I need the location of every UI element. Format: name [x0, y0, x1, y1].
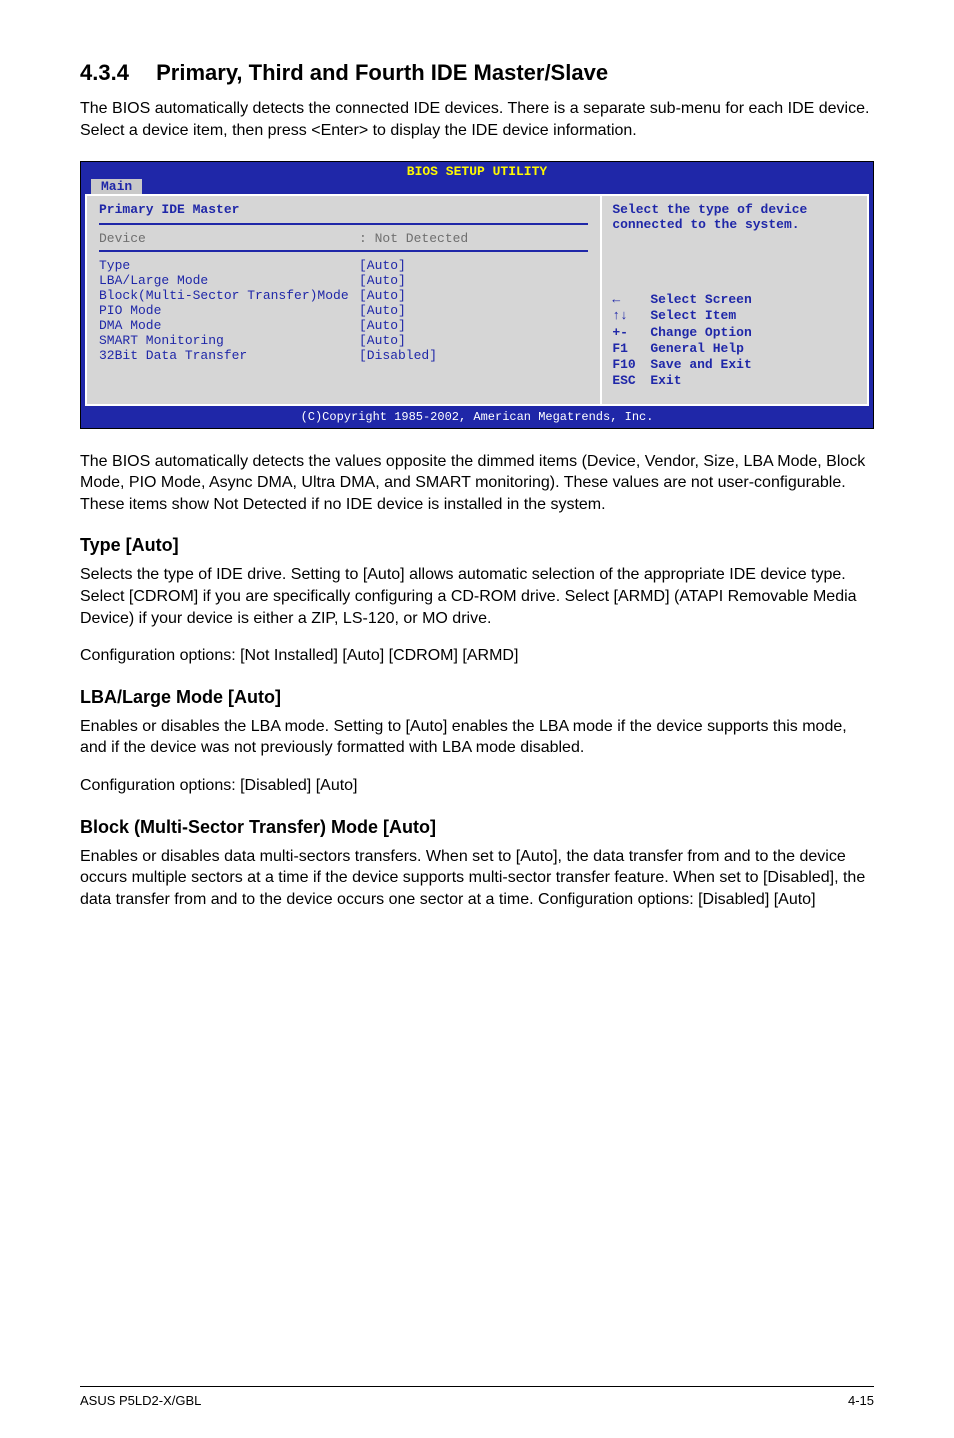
bios-title: BIOS SETUP UTILITY	[81, 162, 873, 179]
page-footer: ASUS P5LD2-X/GBL 4-15	[80, 1386, 874, 1408]
bios-nav-row: ESCExit	[612, 373, 857, 389]
bios-body: Primary IDE Master Device : Not Detected…	[85, 194, 869, 406]
bios-item-label: 32Bit Data Transfer	[99, 348, 359, 363]
bios-item-value: [Disabled]	[359, 348, 437, 363]
plusminus-icon: +-	[612, 325, 650, 341]
after-bios-paragraph: The BIOS automatically detects the value…	[80, 451, 874, 516]
block-heading: Block (Multi-Sector Transfer) Mode [Auto…	[80, 817, 874, 838]
esc-icon: ESC	[612, 373, 650, 389]
bios-item-label: DMA Mode	[99, 318, 359, 333]
bios-item-row: SMART Monitoring[Auto]	[99, 333, 588, 348]
bios-item-label: LBA/Large Mode	[99, 273, 359, 288]
bios-item-row: LBA/Large Mode[Auto]	[99, 273, 588, 288]
bios-nav-row: F1General Help	[612, 341, 857, 357]
bios-help-text: Select the type of device connected to t…	[612, 202, 857, 232]
section-title: Primary, Third and Fourth IDE Master/Sla…	[156, 60, 608, 85]
bios-item-value: [Auto]	[359, 318, 406, 333]
type-options: Configuration options: [Not Installed] […	[80, 645, 874, 667]
bios-nav-label: Change Option	[650, 325, 751, 341]
bios-item-label: SMART Monitoring	[99, 333, 359, 348]
lba-options: Configuration options: [Disabled] [Auto]	[80, 775, 874, 797]
type-heading: Type [Auto]	[80, 535, 874, 556]
bios-item-label: Type	[99, 258, 359, 273]
divider	[99, 250, 588, 252]
bios-tab-main: Main	[91, 179, 142, 194]
lba-body: Enables or disables the LBA mode. Settin…	[80, 716, 874, 759]
f10-icon: F10	[612, 357, 650, 373]
type-body: Selects the type of IDE drive. Setting t…	[80, 564, 874, 629]
section-heading: 4.3.4 Primary, Third and Fourth IDE Mast…	[80, 60, 874, 86]
bios-right-pane: Select the type of device connected to t…	[602, 196, 867, 404]
intro-paragraph: The BIOS automatically detects the conne…	[80, 98, 874, 141]
bios-device-value: : Not Detected	[359, 231, 468, 246]
divider	[99, 223, 588, 225]
bios-item-label: Block(Multi-Sector Transfer)Mode	[99, 288, 359, 303]
arrow-updown-icon: ↑↓	[612, 308, 650, 324]
bios-nav-label: Exit	[650, 373, 681, 389]
bios-subheader: Primary IDE Master	[99, 202, 588, 219]
bios-item-value: [Auto]	[359, 288, 406, 303]
bios-screenshot: BIOS SETUP UTILITY Main Primary IDE Mast…	[80, 161, 874, 429]
footer-right: 4-15	[848, 1393, 874, 1408]
bios-device-label: Device	[99, 231, 359, 246]
bios-nav-label: Select Item	[650, 308, 736, 324]
bios-item-label: PIO Mode	[99, 303, 359, 318]
bios-item-value: [Auto]	[359, 273, 406, 288]
bios-nav-row: +-Change Option	[612, 325, 857, 341]
f1-icon: F1	[612, 341, 650, 357]
arrow-left-icon: ←	[612, 292, 650, 308]
bios-item-row: Type[Auto]	[99, 258, 588, 273]
bios-nav-label: Select Screen	[650, 292, 751, 308]
bios-item-value: [Auto]	[359, 303, 406, 318]
bios-nav-row: ←Select Screen	[612, 292, 857, 308]
bios-item-value: [Auto]	[359, 333, 406, 348]
block-body: Enables or disables data multi-sectors t…	[80, 846, 874, 911]
bios-item-row: Block(Multi-Sector Transfer)Mode[Auto]	[99, 288, 588, 303]
section-number: 4.3.4	[80, 60, 150, 86]
bios-device-row: Device : Not Detected	[99, 231, 588, 246]
bios-nav-label: General Help	[650, 341, 744, 357]
bios-item-row: PIO Mode[Auto]	[99, 303, 588, 318]
bios-left-pane: Primary IDE Master Device : Not Detected…	[87, 196, 602, 404]
bios-nav-row: ↑↓Select Item	[612, 308, 857, 324]
bios-copyright: (C)Copyright 1985-2002, American Megatre…	[81, 408, 873, 428]
bios-nav-label: Save and Exit	[650, 357, 751, 373]
lba-heading: LBA/Large Mode [Auto]	[80, 687, 874, 708]
bios-item-value: [Auto]	[359, 258, 406, 273]
bios-item-row: 32Bit Data Transfer[Disabled]	[99, 348, 588, 363]
bios-nav-row: F10Save and Exit	[612, 357, 857, 373]
bios-item-row: DMA Mode[Auto]	[99, 318, 588, 333]
footer-left: ASUS P5LD2-X/GBL	[80, 1393, 201, 1408]
